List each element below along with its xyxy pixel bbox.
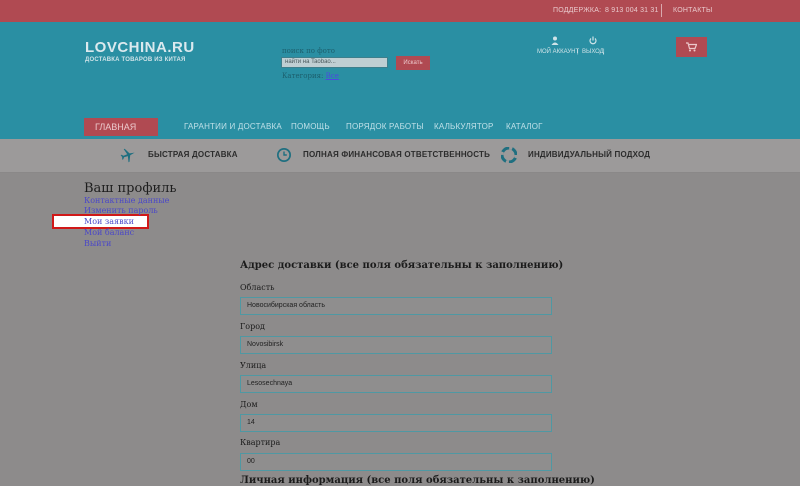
nav-home[interactable]: ГЛАВНАЯ [84,118,158,136]
account-divider: | [577,49,579,55]
nav-calculator[interactable]: КАЛЬКУЛЯТОР [434,122,494,131]
house-label: Дом [240,400,258,409]
apartment-label: Квартира [240,438,281,447]
nav-guarantees[interactable]: ГАРАНТИИ И ДОСТАВКА [184,122,282,131]
menu-my-orders[interactable]: Мои заявки [84,217,134,226]
lifebuoy-icon [501,147,517,163]
site-tagline: ДОСТАВКА ТОВАРОВ ИЗ КИТАЯ [85,57,186,63]
address-section-title: Адрес доставки (все поля обязательны к з… [240,260,564,271]
street-field[interactable]: Lesosechnaya [240,375,552,393]
feature-individual-approach: ИНДИВИДУАЛЬНЫЙ ПОДХОД [528,150,651,159]
category-label: Категория: [282,72,324,80]
menu-change-password[interactable]: Изменить пароль [84,206,158,215]
my-account-link[interactable]: МОЙ АККАУНТ [537,49,579,55]
topbar-divider [661,4,662,17]
search-input[interactable]: найти на Taobao... [281,57,388,68]
house-field[interactable]: 14 [240,414,552,432]
cart-icon [686,42,697,52]
top-bar: ПОДДЕРЖКА: 8 913 004 31 31 КОНТАКТЫ [0,0,800,22]
category-value[interactable]: Все [326,72,339,80]
logout-link[interactable]: ВЫХОД [582,49,604,55]
nav-help[interactable]: ПОМОЩЬ [291,122,330,131]
support-label: ПОДДЕРЖКА: [553,7,602,14]
support-phone[interactable]: 8 913 004 31 31 [605,7,659,14]
contacts-link[interactable]: КОНТАКТЫ [673,7,712,14]
personal-section-title: Личная информация (все поля обязательны … [240,475,595,486]
photo-search-link[interactable]: поиск по фото [282,47,335,55]
menu-my-balance[interactable]: Мой баланс [84,228,134,237]
region-label: Область [240,283,275,292]
region-field[interactable]: Новосибирская область [240,297,552,315]
search-button[interactable]: Искать [396,56,430,70]
apartment-field[interactable]: 00 [240,453,552,471]
menu-contact-details[interactable]: Контактные данные [84,196,169,205]
menu-logout[interactable]: Выйти [84,239,111,248]
category-selector[interactable]: Категория: Все [282,72,339,80]
site-logo[interactable]: LOVCHINA.RU [85,39,195,56]
nav-workflow[interactable]: ПОРЯДОК РАБОТЫ [346,122,424,131]
logout-icon[interactable] [589,36,597,45]
user-icon[interactable] [551,36,559,45]
cart-button[interactable] [676,37,707,57]
city-label: Город [240,322,265,331]
feature-fast-delivery: БЫСТРАЯ ДОСТАВКА [148,150,238,159]
nav-catalog[interactable]: КАТАЛОГ [506,122,543,131]
clock-icon [277,148,291,162]
profile-title: Ваш профиль [84,181,177,196]
airplane-icon [120,148,135,163]
street-label: Улица [240,361,267,370]
feature-financial-responsibility: ПОЛНАЯ ФИНАНСОВАЯ ОТВЕТСТВЕННОСТЬ [303,150,491,159]
logout-divider: | [603,49,605,55]
city-field[interactable]: Novosibirsk [240,336,552,354]
